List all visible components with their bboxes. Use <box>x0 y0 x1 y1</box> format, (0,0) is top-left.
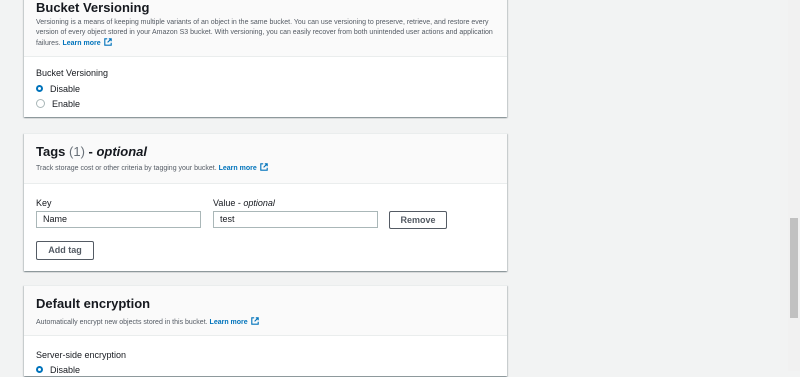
bucket-versioning-field-label: Bucket Versioning <box>36 68 109 78</box>
default-encryption-learn-more-link[interactable]: Learn more <box>209 317 259 326</box>
tag-value-input[interactable]: test <box>213 211 378 228</box>
learn-more-label: Learn more <box>209 319 248 326</box>
tags-title-dash: - <box>84 144 97 159</box>
versioning-option-enable[interactable]: Enable <box>36 96 495 111</box>
versioning-option-disable[interactable]: Disable <box>36 81 495 96</box>
default-encryption-title: Default encryption <box>36 296 151 311</box>
tags-learn-more-link[interactable]: Learn more <box>218 163 268 172</box>
tag-key-label: Key <box>36 198 52 208</box>
radio-unselected-icon[interactable] <box>36 99 45 108</box>
default-encryption-description: Automatically encrypt new objects stored… <box>36 317 495 328</box>
default-encryption-panel: Default encryption Automatically encrypt… <box>24 285 507 376</box>
bucket-versioning-field: Bucket Versioning Disable Enable <box>24 57 507 111</box>
bucket-versioning-description: Versioning is a means of keeping multipl… <box>36 18 496 49</box>
page-scrollbar[interactable] <box>788 0 800 371</box>
tag-value-label-text: Value - <box>213 198 244 208</box>
tag-key-input[interactable]: Name <box>36 211 201 228</box>
versioning-option-disable-label: Disable <box>50 83 81 94</box>
tags-title-text: Tags <box>36 144 66 159</box>
bucket-versioning-header: Bucket Versioning Versioning is a means … <box>24 0 507 57</box>
tags-panel: Tags (1) - optional Track storage cost o… <box>24 133 507 271</box>
tags-header: Tags (1) - optional Track storage cost o… <box>24 134 507 184</box>
learn-more-label: Learn more <box>62 40 101 47</box>
bucket-versioning-panel: Bucket Versioning Versioning is a means … <box>24 0 507 117</box>
tag-value-optional: optional <box>243 198 275 208</box>
encryption-option-disable[interactable]: Disable <box>36 362 495 377</box>
tag-value-label: Value - optional <box>213 197 275 209</box>
server-side-encryption-label: Server-side encryption <box>36 350 127 360</box>
tags-description-text: Track storage cost or other criteria by … <box>36 165 217 172</box>
tags-title: Tags (1) - optional <box>36 134 495 160</box>
encryption-option-disable-label: Disable <box>50 364 81 375</box>
radio-selected-icon[interactable] <box>36 366 43 373</box>
scrollbar-thumb[interactable] <box>790 218 798 318</box>
tags-description: Track storage cost or other criteria by … <box>36 163 495 174</box>
tags-count: (1) <box>69 144 85 159</box>
add-tag-button[interactable]: Add tag <box>36 241 94 260</box>
bucket-versioning-learn-more-link[interactable]: Learn more <box>62 38 112 47</box>
tags-optional: optional <box>96 144 148 159</box>
learn-more-label: Learn more <box>218 165 257 172</box>
remove-tag-button[interactable]: Remove <box>389 211 447 229</box>
versioning-option-enable-label: Enable <box>52 98 81 109</box>
bucket-versioning-title: Bucket Versioning <box>36 0 150 15</box>
default-encryption-header: Default encryption Automatically encrypt… <box>24 286 507 336</box>
default-encryption-description-text: Automatically encrypt new objects stored… <box>36 319 208 326</box>
external-link-icon <box>259 163 268 171</box>
external-link-icon <box>250 317 259 325</box>
external-link-icon <box>103 38 112 46</box>
radio-selected-icon[interactable] <box>36 85 43 92</box>
